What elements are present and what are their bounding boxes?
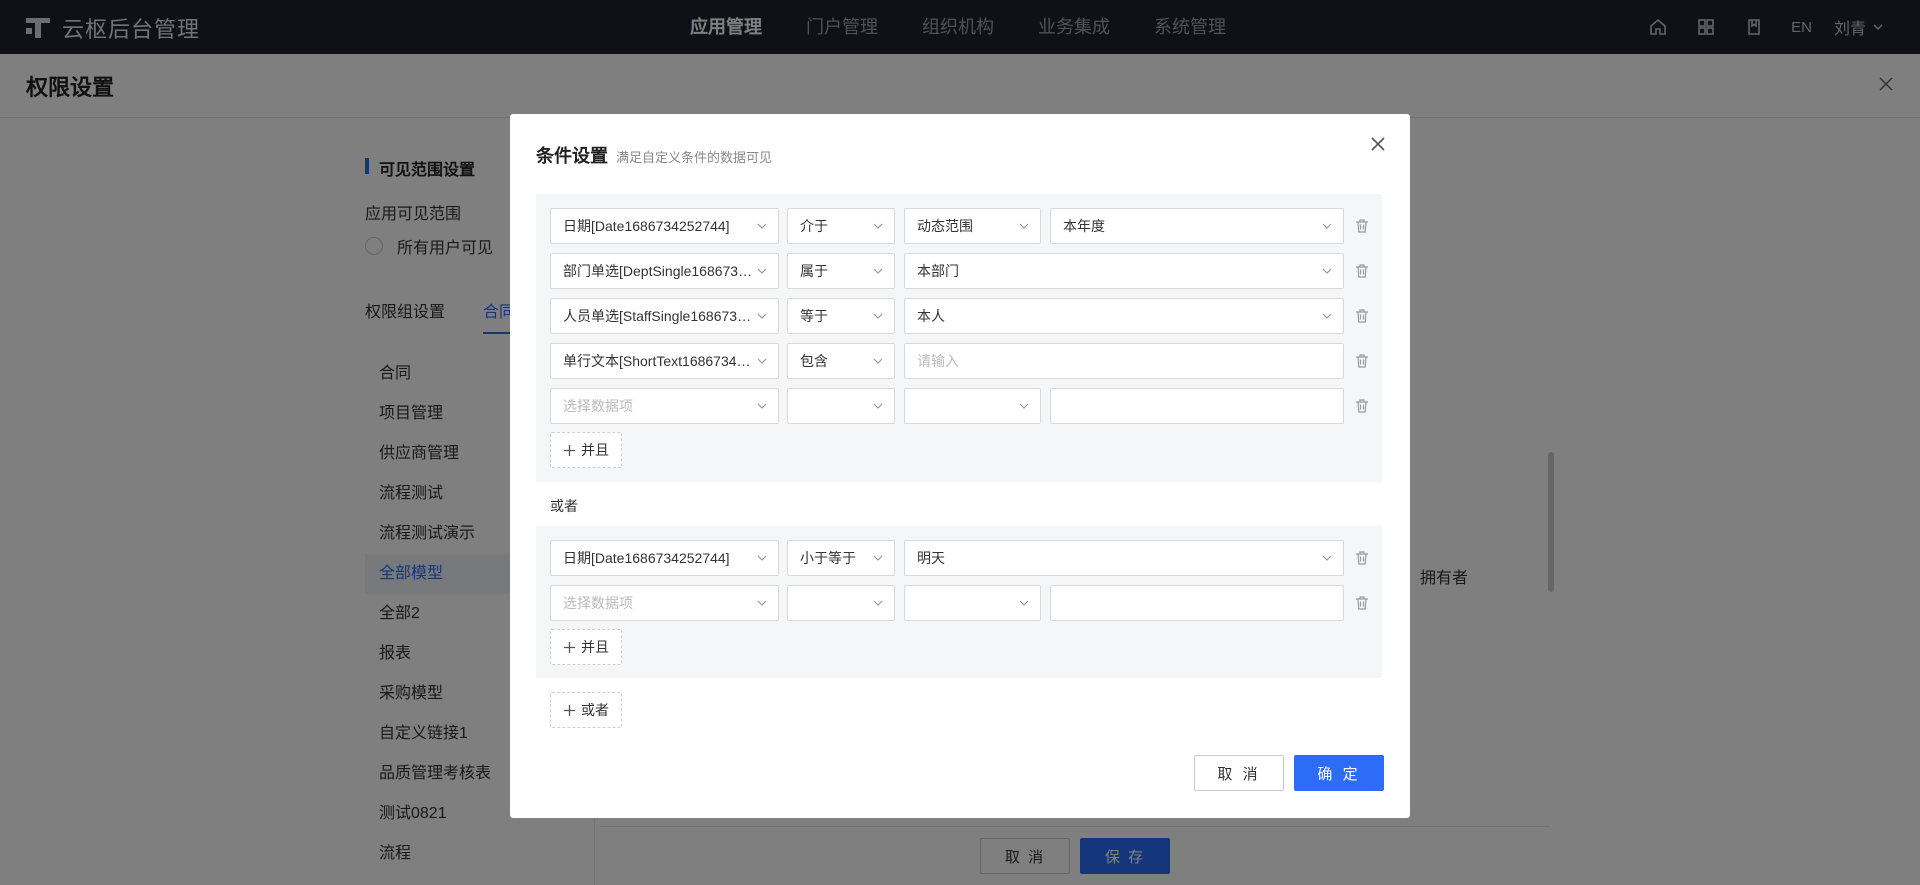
add-and-button[interactable]: 并且 [550,432,622,468]
field-select[interactable]: 日期[Date1686734252744] [550,208,779,244]
trash-icon[interactable] [1354,595,1370,611]
chevron-down-icon [1019,600,1029,606]
add-and-button[interactable]: 并且 [550,629,622,665]
field-select[interactable]: 部门单选[DeptSingle1686734252744] [550,253,779,289]
field-select[interactable]: 选择数据项 [550,585,779,621]
or-separator-label: 或者 [550,498,578,514]
field-select[interactable]: 单行文本[ShortText1686734252744] [550,343,779,379]
value-input[interactable]: 请输入 [904,343,1344,379]
value-select[interactable]: 明天 [904,540,1344,576]
value-input[interactable] [1050,388,1344,424]
plus-icon [564,641,575,653]
range-mode-select[interactable] [904,585,1041,621]
trash-icon[interactable] [1354,353,1370,369]
trash-icon[interactable] [1354,550,1370,566]
chevron-down-icon [1322,555,1332,561]
range-mode-select[interactable]: 动态范围 [904,208,1041,244]
chevron-down-icon [757,358,767,364]
chevron-down-icon [1322,223,1332,229]
modal-subtitle: 满足自定义条件的数据可见 [616,150,773,165]
operator-select[interactable]: 包含 [787,343,895,379]
field-select[interactable]: 日期[Date1686734252744] [550,540,779,576]
plus-icon [564,704,575,716]
field-select[interactable]: 选择数据项 [550,388,779,424]
chevron-down-icon [873,223,883,229]
trash-icon[interactable] [1354,308,1370,324]
chevron-down-icon [873,600,883,606]
condition-modal: 条件设置 满足自定义条件的数据可见 日期[Date1686734252744] … [510,114,1410,818]
value-select[interactable]: 本人 [904,298,1344,334]
operator-select[interactable]: 小于等于 [787,540,895,576]
chevron-down-icon [757,555,767,561]
chevron-down-icon [1322,313,1332,319]
condition-group-1: 日期[Date1686734252744] 介于 动态范围 本年度 部门单选[D… [536,194,1382,482]
operator-select[interactable]: 属于 [787,253,895,289]
range-mode-select[interactable] [904,388,1041,424]
modal-title: 条件设置 [536,146,608,166]
trash-icon[interactable] [1354,218,1370,234]
chevron-down-icon [873,358,883,364]
trash-icon[interactable] [1354,398,1370,414]
add-or-button[interactable]: 或者 [550,692,622,728]
chevron-down-icon [1019,223,1029,229]
chevron-down-icon [1322,268,1332,274]
chevron-down-icon [873,555,883,561]
confirm-button[interactable]: 确 定 [1294,755,1384,791]
value-select[interactable]: 本年度 [1050,208,1344,244]
chevron-down-icon [757,223,767,229]
condition-group-2: 日期[Date1686734252744] 小于等于 明天 选择数据项 并且 [536,526,1382,678]
chevron-down-icon [873,313,883,319]
chevron-down-icon [757,268,767,274]
value-input[interactable] [1050,585,1344,621]
cancel-button[interactable]: 取 消 [1194,755,1284,791]
operator-select[interactable]: 介于 [787,208,895,244]
chevron-down-icon [757,600,767,606]
operator-select[interactable] [787,388,895,424]
close-icon[interactable] [1366,132,1390,156]
chevron-down-icon [1019,403,1029,409]
chevron-down-icon [873,268,883,274]
plus-icon [564,444,575,456]
chevron-down-icon [757,403,767,409]
trash-icon[interactable] [1354,263,1370,279]
field-select[interactable]: 人员单选[StaffSingle1686734252744] [550,298,779,334]
chevron-down-icon [873,403,883,409]
chevron-down-icon [757,313,767,319]
value-select[interactable]: 本部门 [904,253,1344,289]
operator-select[interactable]: 等于 [787,298,895,334]
operator-select[interactable] [787,585,895,621]
